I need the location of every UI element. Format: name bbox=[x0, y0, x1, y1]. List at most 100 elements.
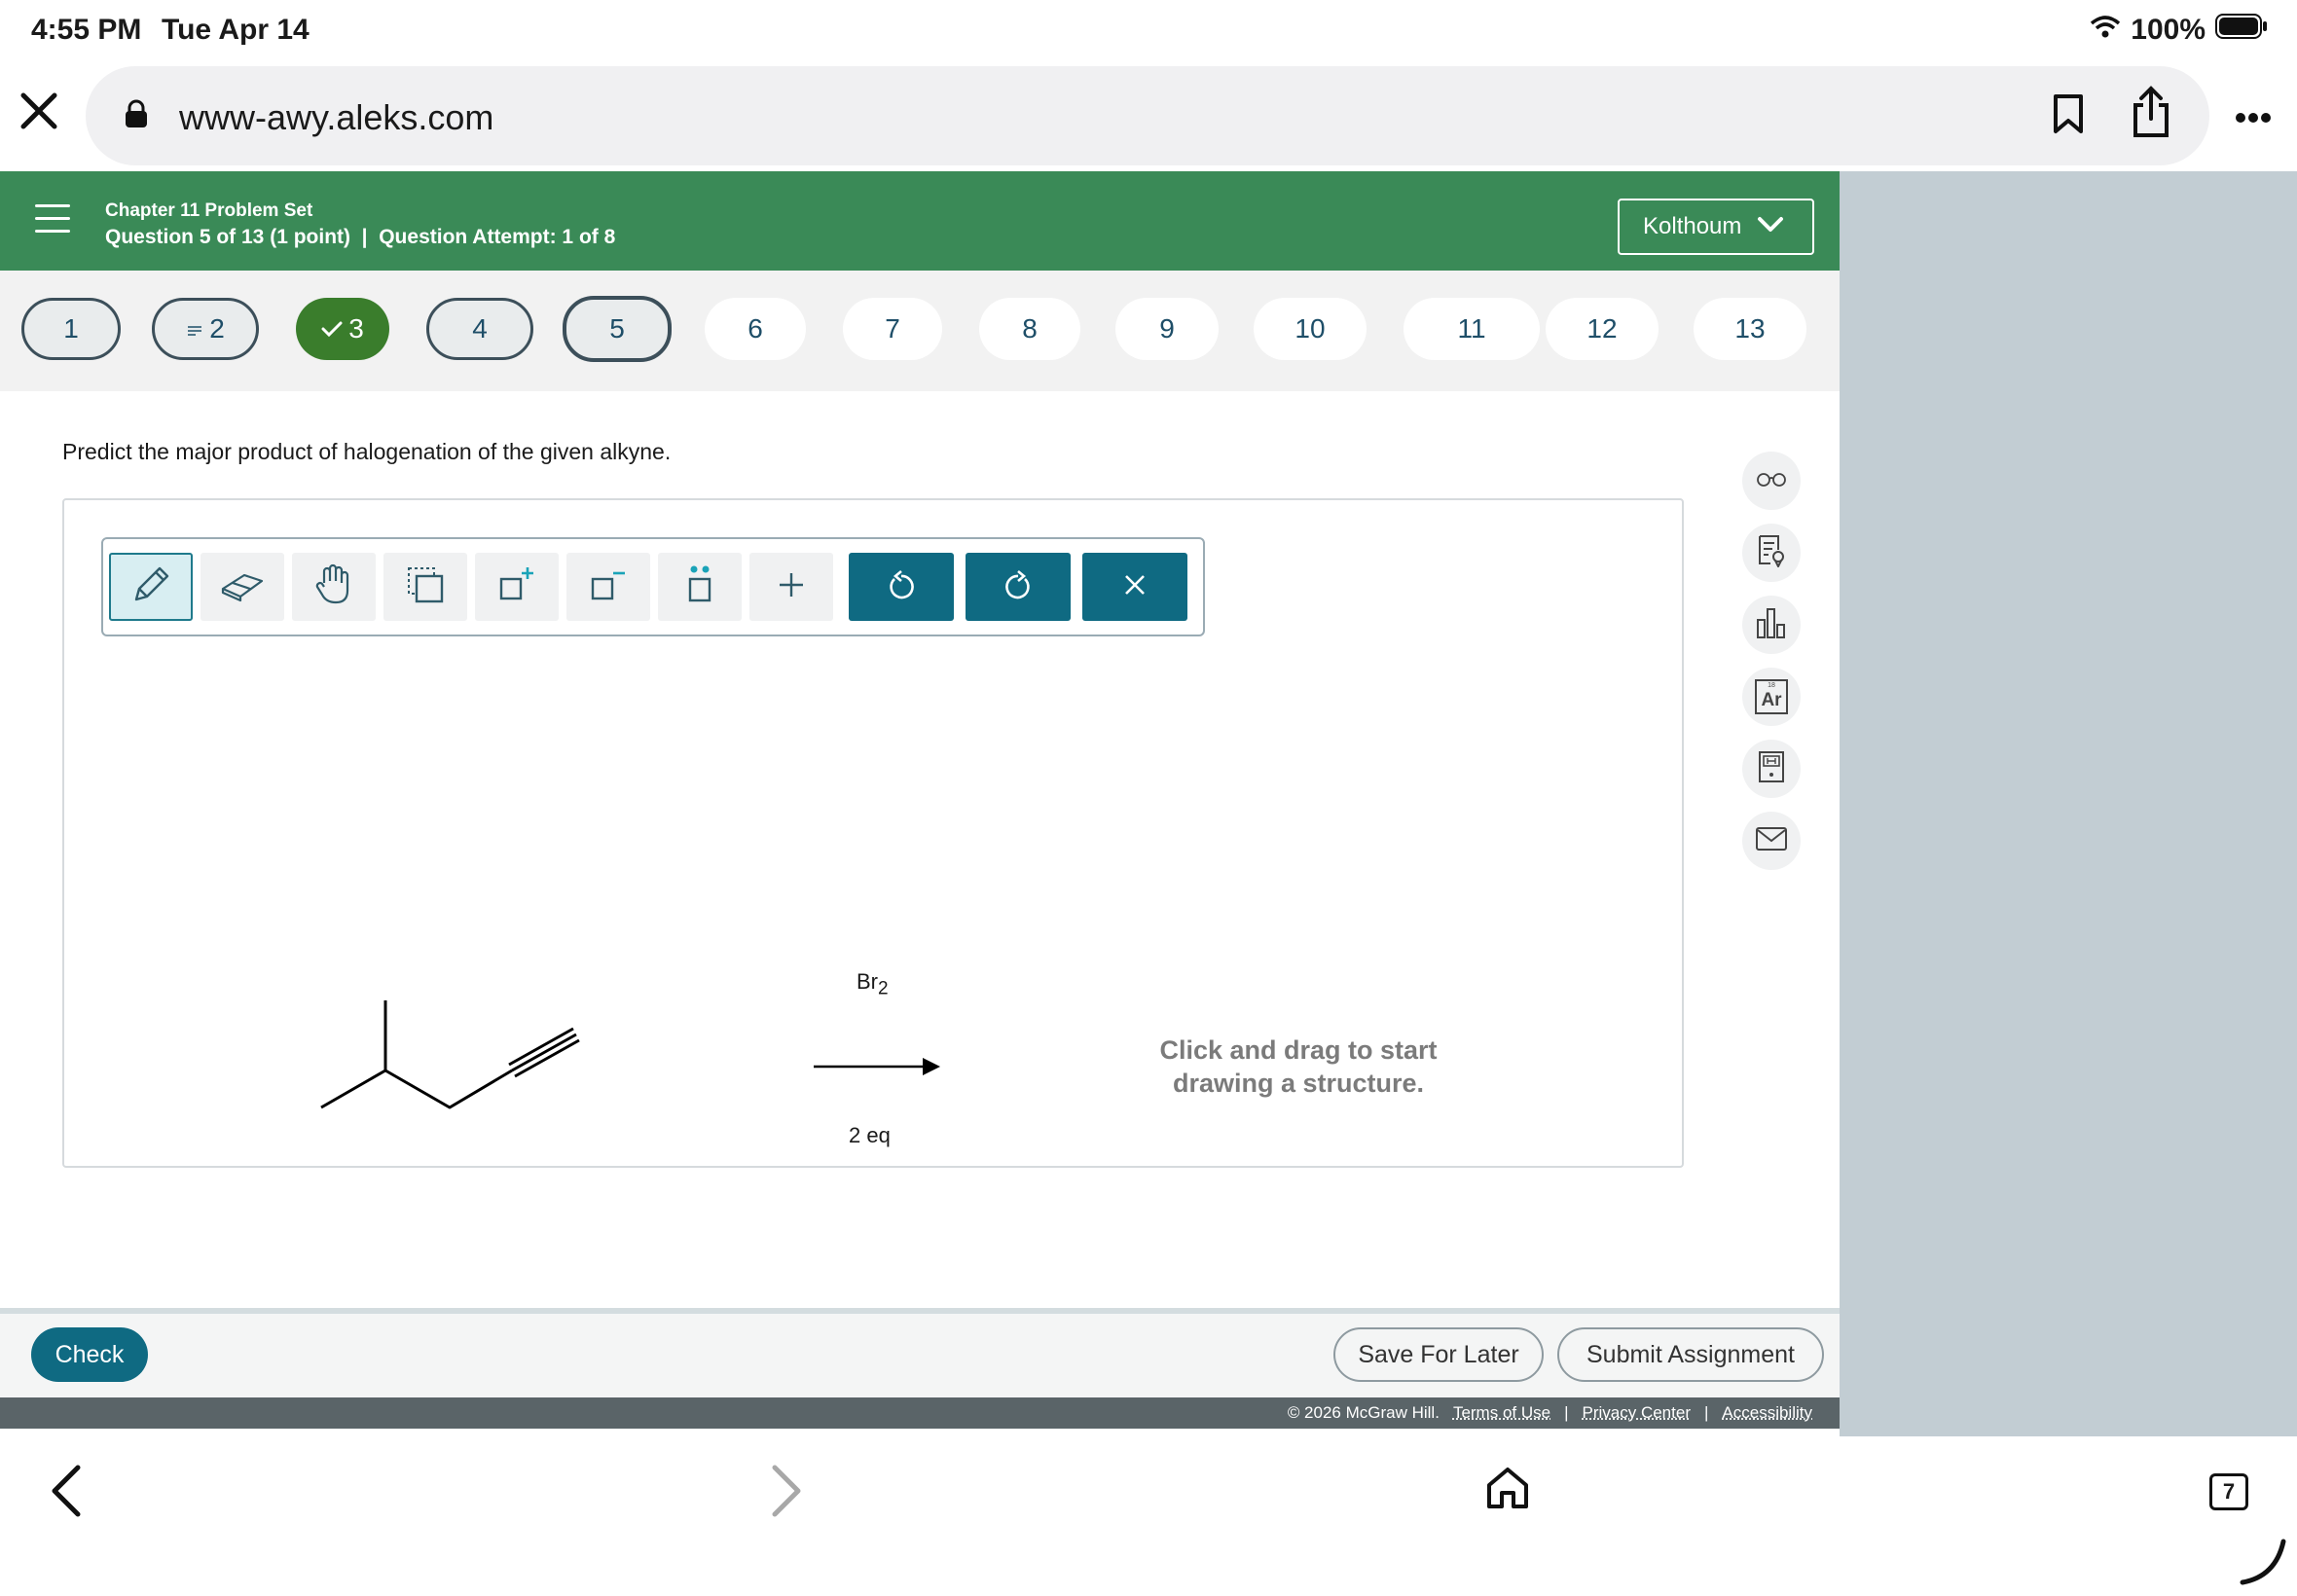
periodic-symbol: Ar bbox=[1761, 690, 1782, 710]
lock-icon bbox=[125, 99, 148, 133]
question-pill-7[interactable]: 7 bbox=[843, 298, 942, 360]
question-pill-4[interactable]: 4 bbox=[426, 298, 533, 360]
question-number: 9 bbox=[1159, 313, 1175, 344]
calculator-icon bbox=[1758, 750, 1785, 788]
hand-tool-button[interactable] bbox=[292, 553, 376, 621]
save-for-later-button[interactable]: Save For Later bbox=[1333, 1327, 1544, 1382]
question-pill-10[interactable]: 10 bbox=[1254, 298, 1367, 360]
eraser-tool-button[interactable] bbox=[201, 553, 284, 621]
submit-assignment-button[interactable]: Submit Assignment bbox=[1557, 1327, 1824, 1382]
pencil-tool-button[interactable] bbox=[109, 553, 193, 621]
action-bar: Check Save For Later Submit Assignment bbox=[0, 1314, 1840, 1397]
calculator-button[interactable] bbox=[1742, 740, 1801, 798]
privacy-link[interactable]: Privacy Center bbox=[1583, 1403, 1691, 1423]
chevron-down-icon bbox=[1757, 213, 1784, 240]
question-pill-8[interactable]: 8 bbox=[979, 298, 1080, 360]
select-icon bbox=[406, 565, 445, 609]
remove-charge-button[interactable] bbox=[566, 553, 650, 621]
lone-pair-icon bbox=[680, 563, 719, 611]
add-charge-button[interactable] bbox=[475, 553, 559, 621]
url-text: www-awy.aleks.com bbox=[179, 97, 494, 137]
question-pill-5[interactable]: 5 bbox=[563, 296, 672, 362]
side-background bbox=[1840, 171, 2297, 1436]
back-icon[interactable] bbox=[49, 1464, 84, 1523]
reaction-arrow bbox=[814, 1058, 940, 1075]
periodic-table-button[interactable]: 18 Ar bbox=[1742, 668, 1801, 726]
battery-percent: 100% bbox=[2131, 14, 2206, 46]
eraser-icon bbox=[219, 567, 266, 607]
status-indicators: 100% bbox=[2090, 14, 2268, 47]
question-pill-1[interactable]: 1 bbox=[21, 298, 121, 360]
question-pill-13[interactable]: 13 bbox=[1694, 298, 1806, 360]
glasses-icon bbox=[1756, 471, 1787, 491]
explanation-button[interactable] bbox=[1742, 452, 1801, 510]
notes-button[interactable] bbox=[1742, 524, 1801, 582]
battery-icon bbox=[2215, 14, 2268, 47]
list-icon bbox=[186, 313, 203, 345]
question-number: 6 bbox=[747, 313, 763, 344]
clear-icon bbox=[1122, 572, 1148, 602]
question-number: 8 bbox=[1022, 313, 1038, 344]
lone-pair-button[interactable] bbox=[658, 553, 742, 621]
gradebook-button[interactable] bbox=[1742, 596, 1801, 654]
question-number: 5 bbox=[609, 313, 625, 344]
footer: © 2026 McGraw Hill. Terms of Use | Priva… bbox=[0, 1397, 1840, 1429]
bookmark-icon[interactable] bbox=[2052, 93, 2085, 139]
periodic-table-icon: 18 Ar bbox=[1755, 679, 1788, 714]
copyright: © 2026 McGraw Hill. bbox=[1287, 1403, 1440, 1422]
check-button[interactable]: Check bbox=[31, 1327, 148, 1382]
question-pill-2[interactable]: 2 bbox=[152, 298, 259, 360]
wifi-icon bbox=[2090, 14, 2121, 47]
question-navigation: 1 2 3 4 5 6 7 8 9 10 11 12 13 bbox=[0, 271, 1840, 391]
footer-separator: | bbox=[1564, 1403, 1569, 1422]
question-pill-3[interactable]: 3 bbox=[296, 298, 389, 360]
question-number: 2 bbox=[209, 313, 225, 344]
add-charge-icon bbox=[497, 565, 536, 609]
question-number: 7 bbox=[885, 313, 900, 344]
check-icon bbox=[321, 313, 343, 345]
reagent-subscript: 2 bbox=[878, 978, 889, 999]
question-prompt: Predict the major product of halogenatio… bbox=[62, 439, 672, 464]
message-button[interactable] bbox=[1742, 812, 1801, 870]
notes-icon bbox=[1757, 534, 1786, 572]
question-pill-12[interactable]: 12 bbox=[1546, 298, 1659, 360]
status-time: 4:55 PM bbox=[31, 14, 142, 46]
status-bar: 4:55 PM Tue Apr 14 100% bbox=[0, 0, 2297, 62]
chapter-title: Chapter 11 Problem Set bbox=[105, 200, 313, 221]
tabs-icon[interactable]: 7 bbox=[2209, 1473, 2248, 1510]
question-number: 3 bbox=[348, 313, 364, 344]
user-name: Kolthoum bbox=[1643, 213, 1742, 239]
footer-separator: | bbox=[1703, 1403, 1709, 1422]
question-number: 13 bbox=[1734, 313, 1766, 344]
drawing-canvas[interactable]: Br2 2 eq Click and drag to start drawing… bbox=[62, 498, 1684, 1168]
terms-link[interactable]: Terms of Use bbox=[1453, 1403, 1550, 1423]
reagent-label: Br2 bbox=[857, 969, 889, 999]
add-reaction-plus-button[interactable] bbox=[749, 553, 833, 621]
scroll-corner-icon bbox=[2239, 1538, 2287, 1591]
accessibility-link[interactable]: Accessibility bbox=[1722, 1403, 1812, 1423]
home-icon[interactable] bbox=[1485, 1466, 1530, 1515]
clear-button[interactable] bbox=[1082, 553, 1187, 621]
hand-icon bbox=[314, 563, 353, 611]
question-pill-9[interactable]: 9 bbox=[1115, 298, 1219, 360]
question-number: 11 bbox=[1457, 313, 1486, 344]
share-icon[interactable] bbox=[2132, 86, 2170, 143]
menu-icon[interactable] bbox=[35, 204, 70, 234]
user-menu[interactable]: Kolthoum bbox=[1618, 199, 1814, 255]
forward-icon[interactable] bbox=[769, 1464, 804, 1523]
question-pill-6[interactable]: 6 bbox=[705, 298, 806, 360]
undo-icon bbox=[887, 569, 916, 605]
undo-button[interactable] bbox=[849, 553, 954, 621]
reactant-structure bbox=[320, 1000, 580, 1109]
close-tab-icon[interactable] bbox=[19, 91, 66, 138]
question-number: 10 bbox=[1294, 313, 1326, 344]
more-options-icon[interactable] bbox=[2235, 101, 2272, 124]
redo-button[interactable] bbox=[966, 553, 1071, 621]
select-tool-button[interactable] bbox=[383, 553, 467, 621]
reagent-amount: 2 eq bbox=[849, 1123, 891, 1147]
address-bar[interactable]: www-awy.aleks.com bbox=[86, 66, 2209, 165]
question-pill-11[interactable]: 11 bbox=[1404, 298, 1540, 360]
mail-icon bbox=[1755, 826, 1788, 856]
tabs-count: 7 bbox=[2222, 1479, 2236, 1504]
status-date: Tue Apr 14 bbox=[162, 14, 310, 46]
